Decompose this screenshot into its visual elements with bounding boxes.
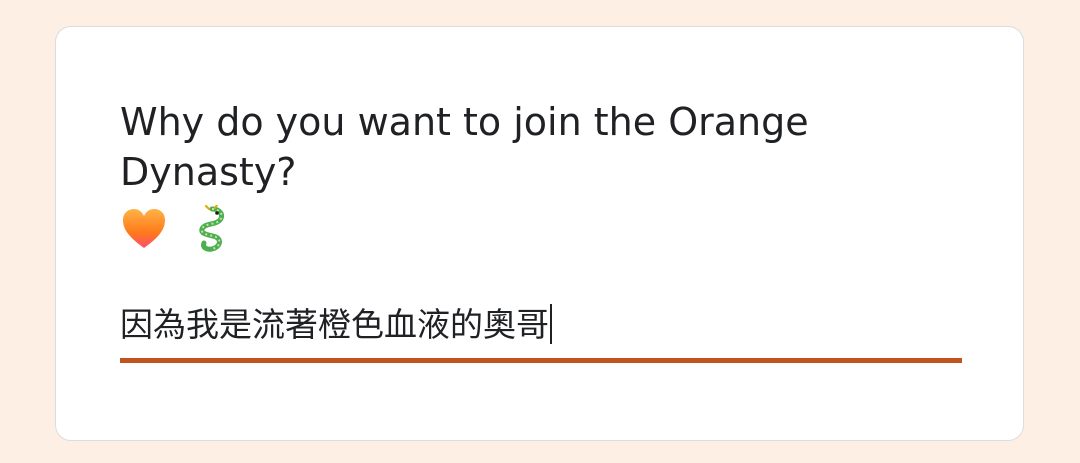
text-caret [550,304,552,344]
answer-input[interactable]: 因為我是流著橙色血液的奧哥 [120,303,552,347]
answer-field[interactable]: 因為我是流著橙色血液的奧哥 [120,297,962,363]
question-emoji-row [120,204,980,253]
dragon-icon [192,204,232,265]
question-title: Why do you want to join the Orange Dynas… [120,97,980,253]
question-card: Why do you want to join the Orange Dynas… [55,26,1024,441]
answer-underline [120,358,962,363]
orange-heart-icon [120,205,168,265]
answer-value: 因為我是流著橙色血液的奧哥 [120,305,549,344]
question-text: Why do you want to join the Orange Dynas… [120,100,809,194]
